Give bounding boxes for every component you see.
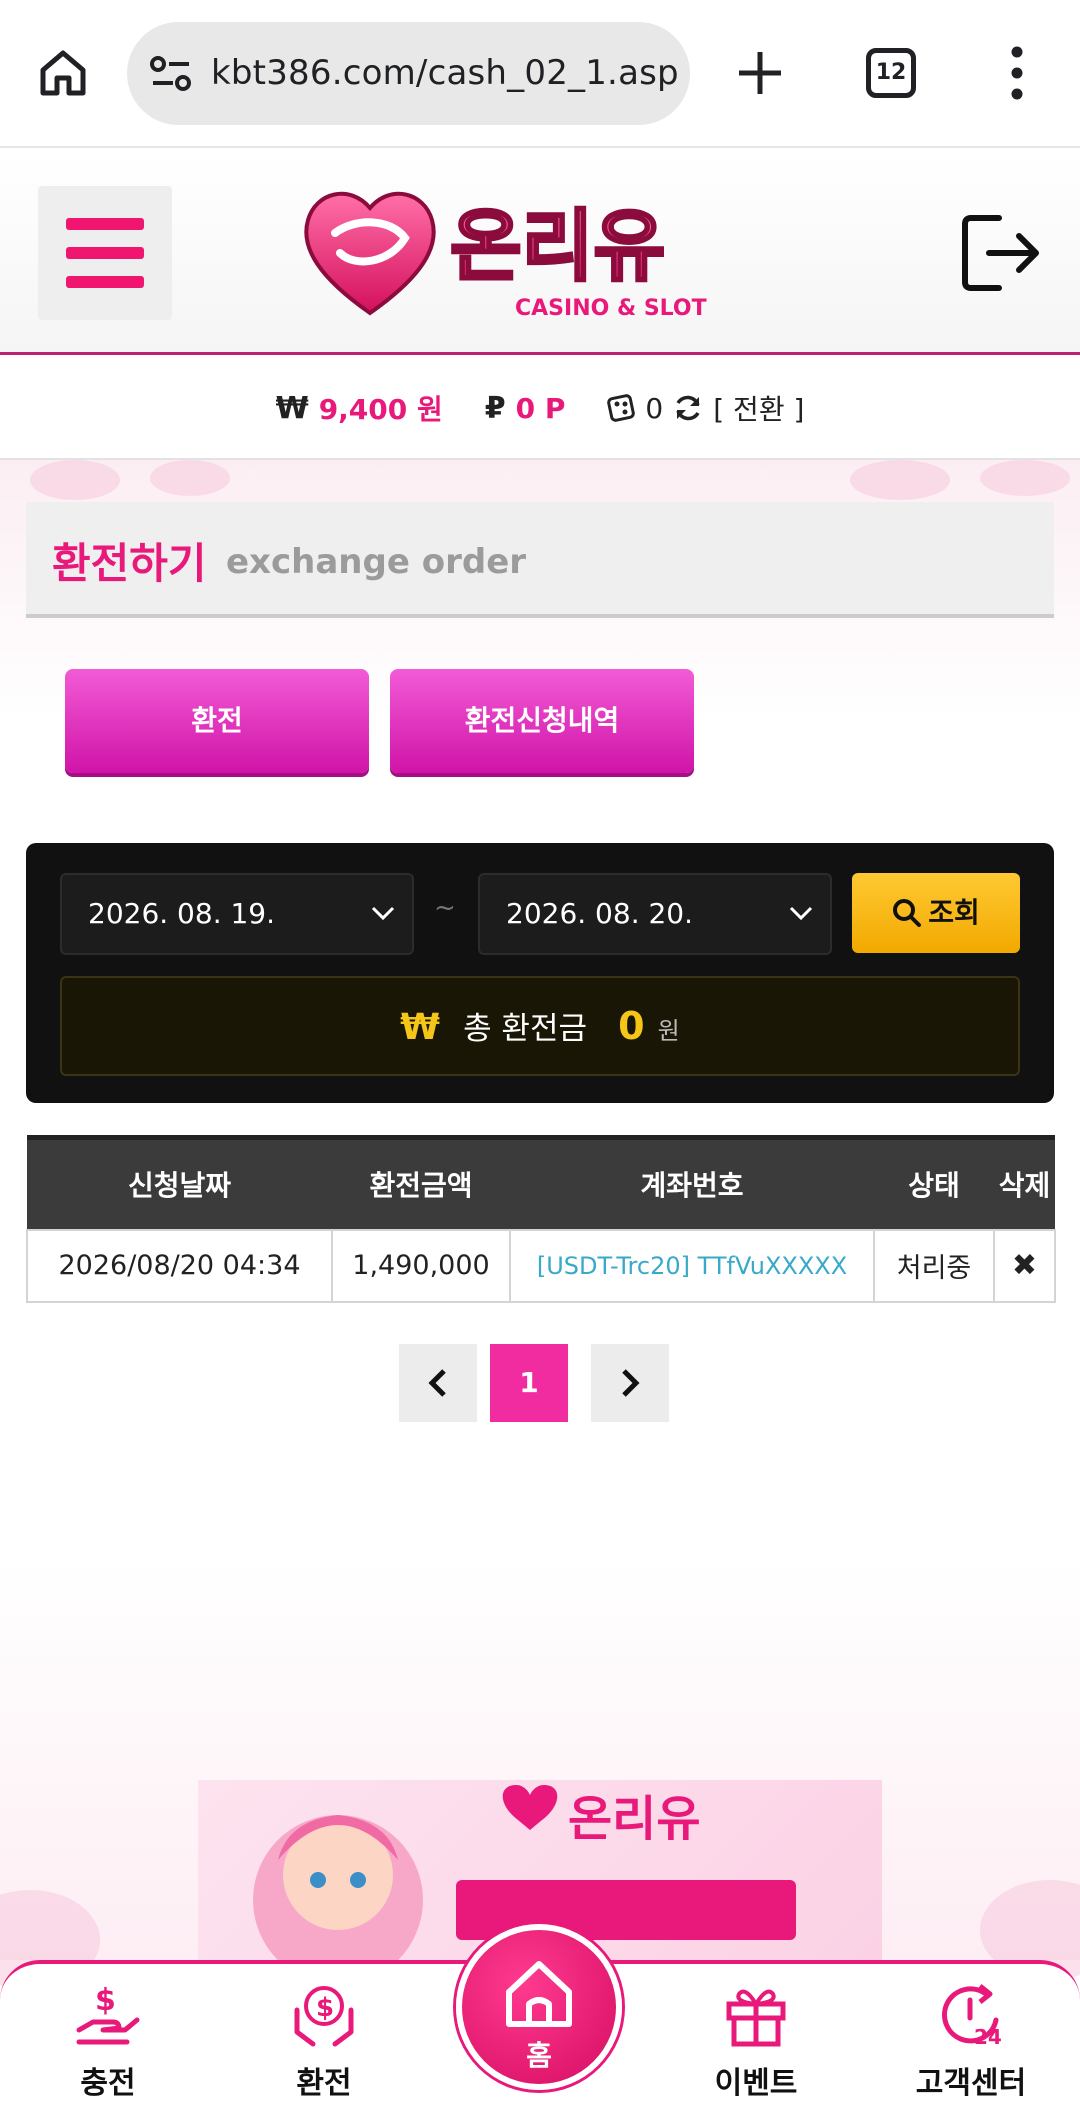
row-status: 처리중 (873, 1228, 995, 1303)
column-header-status: 상태 (874, 1135, 994, 1230)
column-header-delete: 삭제 (994, 1135, 1055, 1230)
won-icon: ₩ (275, 390, 309, 426)
home-icon[interactable] (38, 48, 88, 98)
browser-toolbar: kbt386.com/cash_02_1.asp 12 (0, 0, 1080, 148)
site-logo[interactable]: 온리유 CASINO & SLOT (300, 178, 770, 328)
search-icon (893, 899, 922, 927)
table-header-row: 신청날짜 환전금액 계좌번호 상태 삭제 (27, 1135, 1055, 1230)
table-row: 2026/08/20 04:34 1,490,000 [USDT-Trc20] … (26, 1228, 1056, 1303)
support-24h-icon: 24 (942, 1984, 1002, 2049)
page-1-button[interactable]: 1 (490, 1344, 568, 1422)
withdraw-icon: $ (294, 1986, 354, 2047)
logout-icon[interactable] (955, 208, 1045, 298)
nav-deposit-label: 충전 (80, 2066, 136, 2101)
total-exchange-box: ₩ 총 환전금 0 원 (60, 976, 1020, 1076)
svg-text:온리유: 온리유 (568, 1791, 700, 1847)
tab-switcher-button[interactable]: 12 (866, 48, 916, 98)
total-exchange-label: 총 환전금 (463, 1011, 587, 1047)
svg-text:온리유: 온리유 (450, 202, 665, 292)
won-icon: ₩ (400, 1007, 440, 1048)
svg-text:$: $ (316, 1993, 334, 2023)
chip-balance: 0 (645, 391, 664, 425)
refresh-icon[interactable] (673, 393, 703, 423)
start-date-select[interactable]: 2026. 08. 19. (60, 873, 414, 955)
row-date: 2026/08/20 04:34 (26, 1228, 333, 1303)
page-title-box: 환전하기 exchange order (26, 502, 1054, 618)
convert-button[interactable]: [ 전환 ] (713, 388, 804, 428)
address-bar[interactable]: kbt386.com/cash_02_1.asp (127, 22, 690, 125)
page-title: 환전하기 (52, 539, 207, 588)
nav-home-label: 홈 (526, 2039, 552, 2072)
gift-icon (726, 1989, 786, 2047)
new-tab-icon[interactable] (735, 48, 785, 98)
nav-withdraw[interactable]: $ 환전 (249, 1980, 399, 2102)
home-icon (506, 1961, 572, 2027)
chevron-right-icon (622, 1369, 640, 1397)
balance-bar: ₩ 9,400 원 ₽ 0 P 0 [ 전환 ] (0, 358, 1080, 460)
svg-text:24: 24 (974, 2025, 1002, 2049)
tab-exchange[interactable]: 환전 (65, 669, 369, 773)
chip-icon (607, 394, 636, 422)
deposit-icon: $ (76, 1983, 140, 2045)
total-exchange-value: 0 (618, 1004, 645, 1048)
more-menu-icon[interactable] (1005, 46, 1029, 100)
nav-support[interactable]: 24 고객센터 (896, 1980, 1046, 2102)
nav-deposit[interactable]: $ 충전 (33, 1980, 183, 2102)
search-panel: 2026. 08. 19. ~ 2026. 08. 20. 조회 ₩ 총 환전금… (26, 843, 1054, 1103)
search-button[interactable]: 조회 (852, 873, 1020, 953)
date-separator: ~ (434, 893, 456, 923)
total-exchange-unit: 원 (657, 1017, 680, 1045)
page-subtitle: exchange order (226, 542, 527, 582)
chevron-down-icon (371, 906, 395, 921)
point-icon: ₽ (484, 390, 506, 426)
url-text[interactable]: kbt386.com/cash_02_1.asp (211, 22, 679, 125)
row-account: [USDT-Trc20] TTfVuXXXXX (509, 1228, 875, 1303)
nav-event-label: 이벤트 (714, 2066, 798, 2101)
column-header-amount: 환전금액 (332, 1135, 510, 1230)
delete-icon[interactable]: ✖ (993, 1228, 1056, 1303)
nav-event[interactable]: 이벤트 (681, 1980, 831, 2102)
end-date-select[interactable]: 2026. 08. 20. (478, 873, 832, 955)
money-balance: 9,400 원 (318, 393, 443, 426)
svg-text:CASINO & SLOT: CASINO & SLOT (515, 296, 707, 321)
column-header-date: 신청날짜 (27, 1135, 332, 1230)
point-balance: 0 P (515, 391, 566, 425)
site-header: 온리유 CASINO & SLOT (0, 150, 1080, 355)
end-date-value: 2026. 08. 20. (506, 897, 694, 930)
start-date-value: 2026. 08. 19. (88, 897, 276, 930)
nav-withdraw-label: 환전 (296, 2066, 352, 2101)
svg-text:$: $ (95, 1983, 116, 2018)
column-header-account: 계좌번호 (510, 1135, 874, 1230)
site-settings-icon[interactable] (149, 54, 193, 94)
next-page-button[interactable] (591, 1344, 669, 1422)
search-button-label: 조회 (928, 896, 980, 929)
prev-page-button[interactable] (399, 1344, 477, 1422)
exchange-history-table: 신청날짜 환전금액 계좌번호 상태 삭제 2026/08/20 04:34 1,… (26, 1135, 1056, 1303)
chevron-down-icon (789, 906, 813, 921)
tab-exchange-history[interactable]: 환전신청내역 (390, 669, 694, 773)
nav-support-label: 고객센터 (915, 2066, 1027, 2101)
nav-home-button[interactable]: 홈 (456, 1924, 622, 2090)
chevron-left-icon (428, 1369, 446, 1397)
row-amount: 1,490,000 (331, 1228, 511, 1303)
hamburger-menu-button[interactable] (38, 186, 172, 320)
